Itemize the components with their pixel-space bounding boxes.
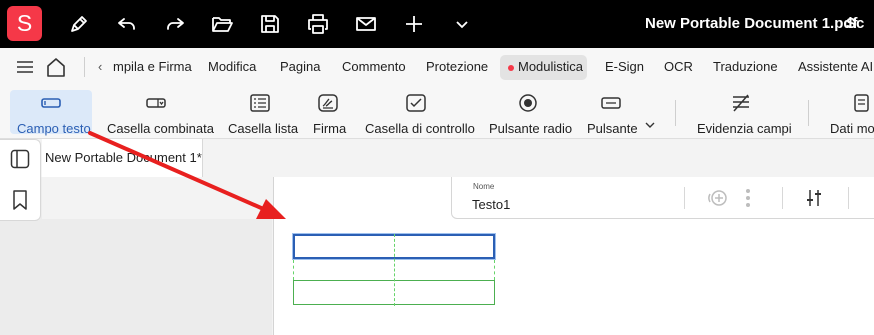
add-action-icon[interactable]	[707, 188, 729, 208]
casella-di-controllo-label: Casella di controllo	[365, 121, 475, 136]
combo-box-icon	[146, 94, 166, 112]
firma-button[interactable]: Firma	[308, 90, 350, 136]
document-title: New Portable Document 1.pdf	[645, 15, 858, 32]
firma-label: Firma	[313, 121, 347, 136]
pulsante-button[interactable]: Pulsante	[582, 90, 660, 136]
panel-toggle-icon[interactable]	[10, 149, 30, 169]
folder-open-icon[interactable]	[210, 12, 234, 36]
home-icon[interactable]	[45, 56, 67, 78]
title-tail-text: Sc	[846, 15, 865, 32]
checkbox-icon	[406, 94, 426, 112]
property-divider	[782, 187, 783, 209]
alignment-guide-vertical	[394, 234, 395, 306]
menu-item-compila-firma[interactable]: mpila e Firma	[113, 59, 192, 74]
pulsante-radio-button[interactable]: Pulsante radio	[484, 90, 576, 136]
alignment-guide-left	[293, 260, 294, 280]
dati-modulo-button[interactable]: Dati mod	[824, 90, 874, 134]
casella-di-controllo-button[interactable]: Casella di controllo	[360, 90, 478, 136]
ribbon-toolbar: Campo testo Casella combinata Casella li…	[0, 86, 874, 139]
menu-item-ocr[interactable]: OCR	[664, 59, 693, 74]
app-logo[interactable]: S	[7, 6, 42, 41]
campo-testo-label: Campo testo	[17, 121, 91, 136]
menu-item-e-sign[interactable]: E-Sign	[605, 59, 644, 74]
bookmark-icon[interactable]	[12, 190, 28, 210]
evidenzia-campi-button[interactable]: Evidenzia campi	[692, 90, 792, 136]
field-property-bar: Nome Testo1	[451, 177, 874, 219]
list-box-icon	[250, 94, 270, 112]
menu-item-commento[interactable]: Commento	[342, 59, 406, 74]
ribbon-divider	[808, 100, 809, 126]
casella-combinata-button[interactable]: Casella combinata	[102, 90, 214, 136]
menu-item-traduzione[interactable]: Traduzione	[713, 59, 778, 74]
casella-lista-label: Casella lista	[228, 121, 299, 136]
button-icon	[601, 94, 621, 112]
menu-item-protezione[interactable]: Protezione	[426, 59, 488, 74]
document-tab-strip: New Portable Document 1*	[42, 139, 874, 177]
pulsante-dropdown-chevron-icon[interactable]	[644, 119, 656, 131]
hamburger-menu-icon[interactable]	[16, 59, 34, 75]
field-name-label: Nome	[473, 182, 495, 191]
scroll-left-icon[interactable]: ‹	[98, 59, 102, 74]
radio-button-icon	[518, 94, 538, 112]
left-pane-top	[42, 177, 272, 219]
text-field-icon	[41, 94, 61, 112]
property-divider	[848, 187, 849, 209]
form-data-icon	[852, 94, 872, 112]
active-indicator-dot	[508, 65, 514, 71]
save-icon[interactable]	[258, 12, 282, 36]
menu-item-assistente-ai[interactable]: Assistente AI	[798, 59, 873, 74]
campo-testo-button[interactable]: Campo testo	[10, 90, 92, 136]
document-tab[interactable]: New Portable Document 1*	[42, 139, 203, 177]
document-tab-label: New Portable Document 1*	[45, 150, 202, 165]
ribbon-divider	[675, 100, 676, 126]
more-options-icon[interactable]	[745, 188, 751, 208]
menu-item-modifica[interactable]: Modifica	[208, 59, 256, 74]
menu-item-pagina[interactable]: Pagina	[280, 59, 320, 74]
side-panel	[0, 139, 41, 221]
casella-lista-button[interactable]: Casella lista	[224, 90, 299, 136]
plus-icon[interactable]	[402, 12, 426, 36]
title-bar: S New Portable Document 1.pdf Sc	[0, 0, 874, 48]
menu-bar: ‹ mpila e Firma Modifica Pagina Commento…	[0, 48, 874, 86]
evidenzia-campi-label: Evidenzia campi	[697, 121, 792, 136]
mail-icon[interactable]	[354, 12, 378, 36]
field-name-input[interactable]: Testo1	[472, 197, 510, 212]
redo-icon[interactable]	[163, 12, 187, 36]
alignment-guide-right	[494, 260, 495, 280]
menu-divider	[84, 57, 85, 77]
casella-combinata-label: Casella combinata	[107, 121, 214, 136]
pulsante-label: Pulsante	[587, 121, 638, 136]
property-divider	[684, 187, 685, 209]
undo-icon[interactable]	[115, 12, 139, 36]
pulsante-radio-label: Pulsante radio	[489, 121, 573, 136]
menu-item-modulistica[interactable]: Modulistica	[518, 59, 583, 74]
dati-modulo-label: Dati mod	[830, 121, 874, 134]
print-icon[interactable]	[306, 12, 330, 36]
chevron-down-icon[interactable]	[450, 12, 474, 36]
pen-icon[interactable]	[67, 12, 91, 36]
properties-sliders-icon[interactable]	[806, 188, 822, 208]
highlight-fields-icon	[731, 94, 751, 112]
signature-icon	[318, 94, 338, 112]
